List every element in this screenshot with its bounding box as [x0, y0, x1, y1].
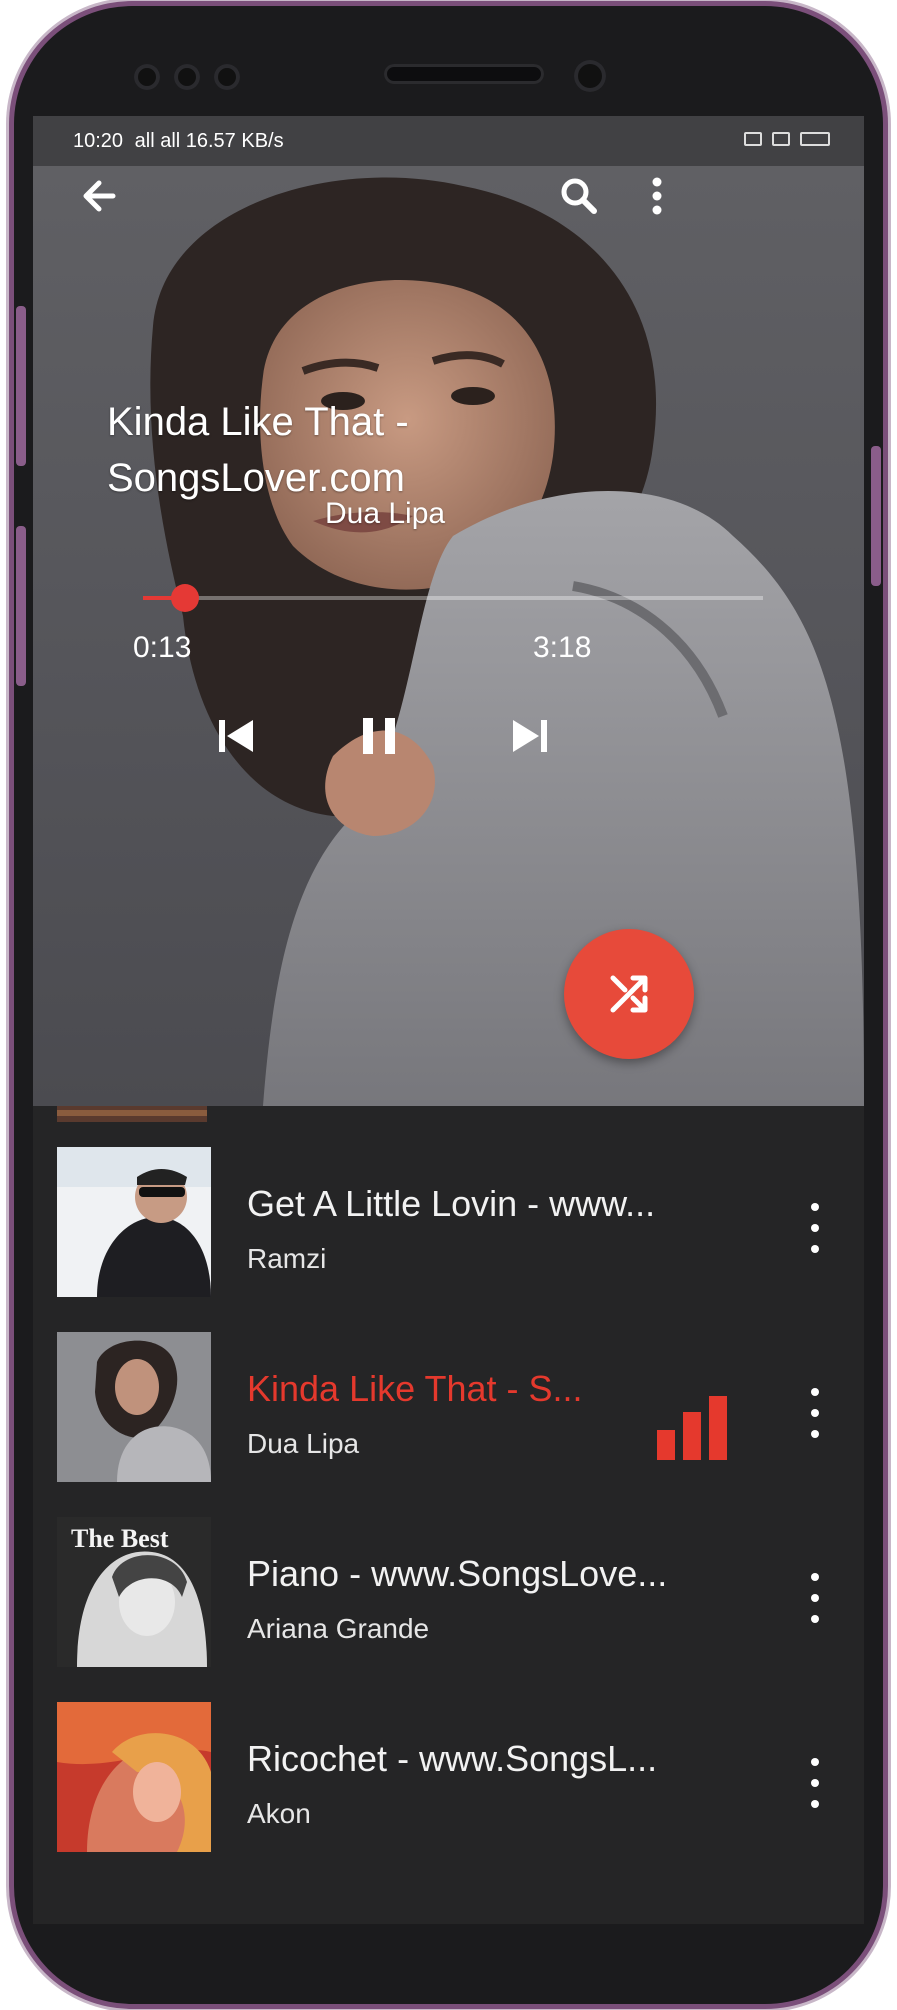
screen: 10:20 all all 16.57 KB/s Kinda Like That… [33, 116, 864, 1924]
seek-bar[interactable] [143, 584, 763, 612]
previous-item-peek [57, 1106, 207, 1122]
front-camera [574, 60, 606, 92]
volume-button [16, 306, 26, 466]
playlist: Get A Little Lovin - www... Ramzi Kinda … [33, 1106, 864, 1924]
album-thumbnail [57, 1702, 211, 1852]
album-thumbnail [57, 1147, 211, 1297]
sim-status-icon [772, 132, 790, 146]
overflow-menu-button[interactable] [637, 166, 677, 226]
item-menu-button[interactable] [803, 1758, 827, 1808]
pause-button[interactable] [339, 696, 419, 776]
item-menu-button[interactable] [803, 1573, 827, 1623]
album-art-background [150, 177, 864, 1106]
battery-icon [800, 132, 830, 146]
item-menu-button[interactable] [803, 1203, 827, 1253]
elapsed-time: 0:13 [133, 631, 192, 664]
wifi-status-icon [744, 132, 762, 146]
now-playing-artist: Dua Lipa [325, 497, 446, 530]
status-time: 10:20 all all 16.57 KB/s [73, 130, 284, 152]
search-icon [561, 178, 597, 214]
song-artist: Ariana Grande [247, 1613, 430, 1644]
pause-icon [363, 718, 395, 754]
status-icons [744, 132, 830, 146]
shuffle-icon [610, 975, 648, 1013]
skip-previous-icon [219, 720, 253, 752]
total-duration: 3:18 [533, 631, 592, 664]
equalizer-icon [657, 1396, 727, 1460]
song-artist: Ramzi [247, 1243, 327, 1274]
phone-frame: 10:20 all all 16.57 KB/s Kinda Like That… [14, 6, 883, 2004]
more-vert-icon [811, 1758, 819, 1766]
item-menu-button[interactable] [803, 1388, 827, 1438]
skip-next-icon [513, 720, 547, 752]
seek-thumb[interactable] [170, 584, 199, 612]
album-thumbnail [57, 1332, 211, 1482]
next-button[interactable] [489, 696, 569, 776]
search-button[interactable] [549, 166, 609, 226]
status-bar: 10:20 all all 16.57 KB/s [33, 116, 864, 166]
sensor-dot [174, 64, 200, 90]
earpiece-speaker [384, 64, 544, 84]
list-item[interactable]: Get A Little Lovin - www... Ramzi [33, 1131, 864, 1311]
album-art-label: The Best [71, 1524, 169, 1553]
more-vert-icon [811, 1203, 819, 1211]
song-title: Ricochet - www.SongsL... [247, 1738, 658, 1779]
back-button[interactable] [69, 166, 129, 226]
more-vert-icon [652, 177, 662, 215]
previous-button[interactable] [197, 696, 277, 776]
song-artist: Akon [247, 1798, 311, 1829]
arrow-left-icon [83, 180, 116, 212]
song-artist: Dua Lipa [247, 1428, 360, 1459]
sensor-dot [134, 64, 160, 90]
song-title: Kinda Like That - S... [247, 1368, 583, 1409]
now-playing-title: Kinda Like That - SongsLover.com [107, 400, 409, 500]
song-title: Piano - www.SongsLove... [247, 1553, 668, 1594]
sensor-dot [214, 64, 240, 90]
album-thumbnail: The Best [57, 1517, 211, 1667]
list-item[interactable]: The Best Piano - www.SongsLove... Ariana… [33, 1501, 864, 1681]
power-button [871, 446, 881, 586]
list-item-playing[interactable]: Kinda Like That - S... Dua Lipa [33, 1316, 864, 1496]
list-item[interactable]: Ricochet - www.SongsL... Akon [33, 1686, 864, 1866]
shuffle-button[interactable] [564, 929, 694, 1059]
now-playing-hero: 10:20 all all 16.57 KB/s Kinda Like That… [33, 116, 864, 1106]
song-title: Get A Little Lovin - www... [247, 1183, 656, 1224]
volume-button-lower [16, 526, 26, 686]
more-vert-icon [811, 1573, 819, 1581]
phone-top-bezel [14, 6, 883, 116]
more-vert-icon [811, 1388, 819, 1396]
